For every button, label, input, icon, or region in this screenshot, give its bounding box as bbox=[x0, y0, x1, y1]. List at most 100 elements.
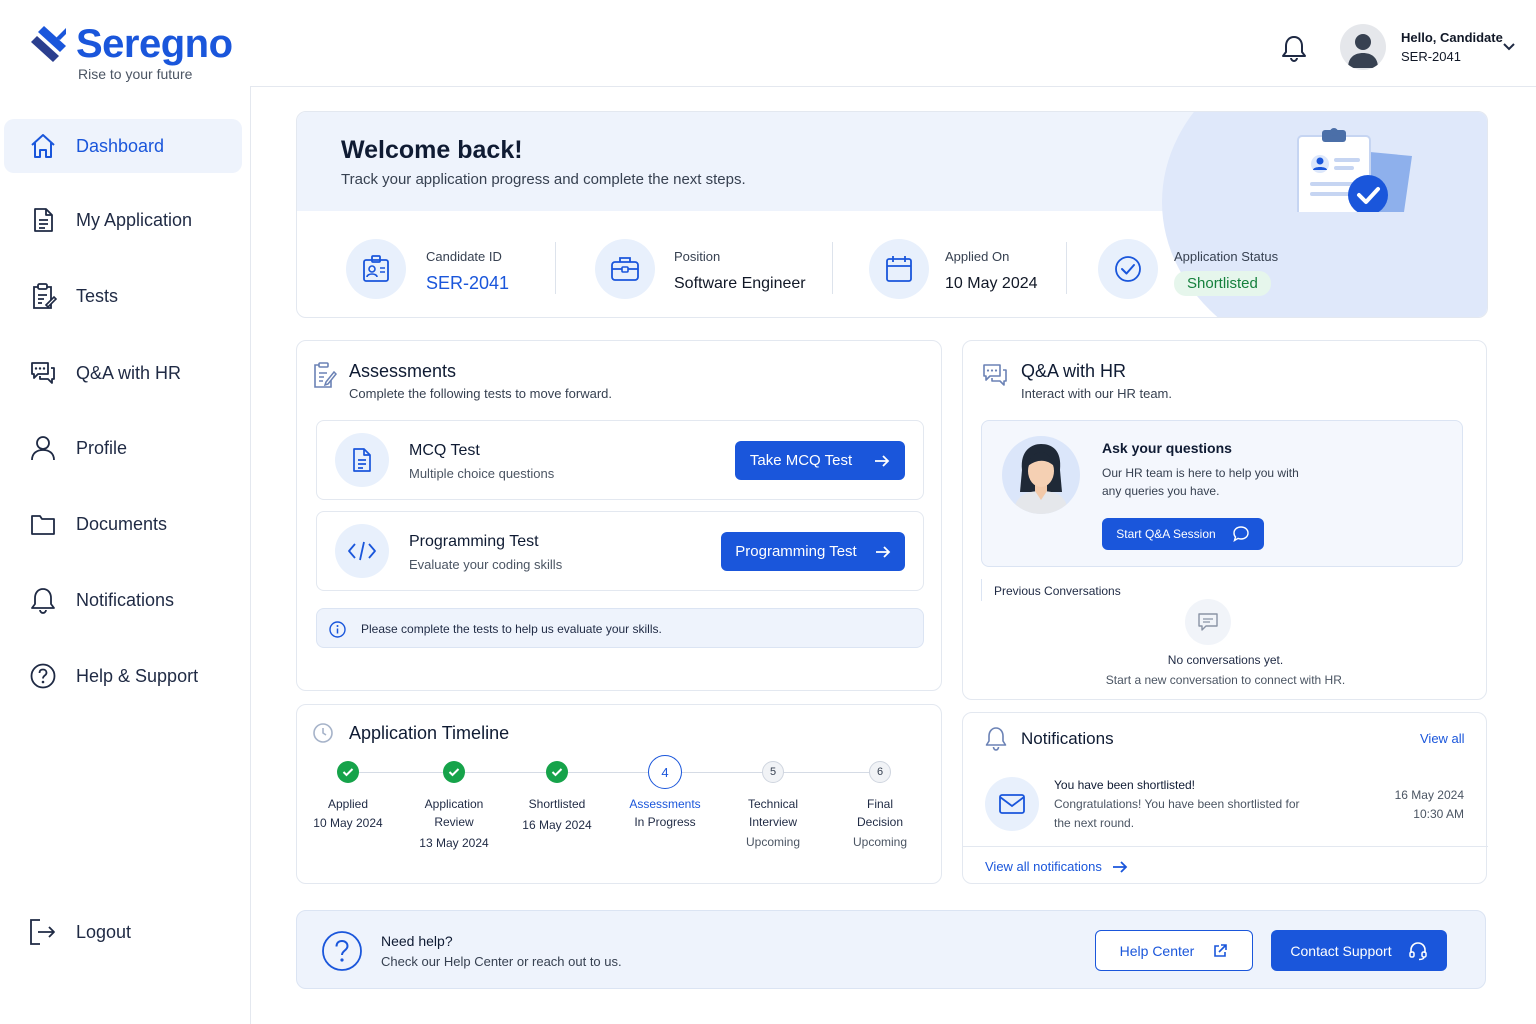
mail-icon-circle bbox=[985, 777, 1039, 831]
timeline-step-applied: Applied 10 May 2024 bbox=[293, 795, 403, 832]
sidebar-item-label: Notifications bbox=[76, 589, 175, 610]
timeline-step-label: Application bbox=[424, 797, 484, 811]
bell-icon[interactable] bbox=[1281, 34, 1307, 62]
view-all-notifications-label: View all notifications bbox=[985, 859, 1102, 874]
sidebar-item-label: My Application bbox=[76, 209, 193, 230]
stat-divider bbox=[1066, 242, 1067, 294]
applied-on-value: 10 May 2024 bbox=[945, 275, 1038, 292]
sidebar-item-tests[interactable]: Tests bbox=[4, 269, 242, 323]
sidebar-item-my-application[interactable]: My Application bbox=[4, 193, 242, 247]
mcq-test-row: MCQ Test Multiple choice questions Take … bbox=[316, 420, 924, 500]
programming-test-desc: Evaluate your coding skills bbox=[409, 557, 563, 572]
info-icon bbox=[329, 621, 346, 638]
position-icon-circle bbox=[595, 239, 655, 299]
chat-icon bbox=[983, 364, 1007, 386]
mail-icon bbox=[999, 794, 1025, 814]
document-icon bbox=[28, 205, 58, 235]
external-link-icon bbox=[1214, 943, 1228, 957]
status-icon-circle bbox=[1098, 239, 1158, 299]
message-icon bbox=[1198, 613, 1218, 631]
help-center-button[interactable]: Help Center bbox=[1095, 930, 1253, 971]
home-icon bbox=[28, 131, 58, 161]
candidate-id-value: SER-2041 bbox=[426, 273, 510, 293]
timeline-step-shortlisted: Shortlisted 16 May 2024 bbox=[502, 795, 612, 834]
arrow-right-icon bbox=[1112, 860, 1128, 873]
timeline-step-number: 5 bbox=[769, 766, 777, 778]
timeline-step-label: Final bbox=[866, 797, 893, 811]
sidebar-divider bbox=[250, 86, 251, 1024]
logout-button[interactable]: Logout bbox=[4, 905, 242, 959]
qa-subtitle: Interact with our HR team. bbox=[1021, 386, 1172, 401]
timeline-step-upcoming-marker: 6 bbox=[869, 761, 891, 783]
clock-icon bbox=[313, 723, 333, 743]
take-mcq-test-label: Take MCQ Test bbox=[749, 452, 853, 469]
timeline-step-done-icon bbox=[337, 761, 359, 783]
arrow-right-icon bbox=[875, 545, 890, 558]
help-title: Need help? bbox=[381, 933, 453, 949]
sidebar-item-label: Help & Support bbox=[76, 665, 199, 686]
sidebar-item-qa-hr[interactable]: Q&A with HR bbox=[4, 346, 242, 400]
brand-tagline: Rise to your future bbox=[78, 66, 193, 82]
help-center-label: Help Center bbox=[1119, 942, 1195, 959]
view-all-notifications-link[interactable]: View all notifications bbox=[985, 859, 1128, 874]
ask-questions-desc-2: any queries you have. bbox=[1102, 484, 1220, 498]
stat-divider bbox=[832, 242, 833, 294]
sidebar-item-label: Documents bbox=[76, 513, 168, 534]
clipboard-check-illustration-icon bbox=[1297, 128, 1412, 212]
view-all-link[interactable]: View all bbox=[1420, 731, 1465, 746]
sidebar-item-notifications[interactable]: Notifications bbox=[4, 573, 242, 627]
candidate-id-label: Candidate ID bbox=[426, 249, 502, 264]
avatar[interactable] bbox=[1340, 24, 1386, 70]
help-banner: Need help? Check our Help Center or reac… bbox=[296, 910, 1486, 989]
notification-title: You have been shortlisted! bbox=[1054, 778, 1195, 792]
empty-conversations-icon-circle bbox=[1185, 599, 1231, 645]
welcome-card: Welcome back! Track your application pro… bbox=[296, 111, 1488, 318]
programming-test-button[interactable]: Programming Test bbox=[721, 532, 905, 571]
timeline-step-label: Technical bbox=[747, 797, 799, 811]
bell-icon bbox=[28, 585, 58, 615]
timeline-step-label: Assessments bbox=[629, 797, 701, 811]
sidebar-item-label: Q&A with HR bbox=[76, 362, 182, 383]
logout-label: Logout bbox=[76, 921, 132, 942]
programming-test-label: Programming Test bbox=[735, 543, 857, 560]
chevron-down-icon[interactable] bbox=[1502, 42, 1516, 52]
notifications-card: Notifications View all You have been sho… bbox=[962, 712, 1488, 884]
notification-date: 16 May 2024 bbox=[1394, 788, 1464, 802]
timeline-step-application-review: Application Review 13 May 2024 bbox=[399, 795, 509, 852]
start-qa-session-button[interactable]: Start Q&A Session bbox=[1102, 518, 1264, 550]
empty-conversations-desc: Start a new conversation to connect with… bbox=[1105, 673, 1346, 687]
code-icon bbox=[348, 541, 376, 561]
notification-time: 10:30 AM bbox=[1413, 807, 1464, 821]
stat-divider bbox=[555, 242, 556, 294]
user-id: SER-2041 bbox=[1401, 49, 1461, 64]
sidebar-item-documents[interactable]: Documents bbox=[4, 497, 242, 551]
chat-bubble-icon bbox=[1232, 526, 1249, 543]
qa-title: Q&A with HR bbox=[1021, 361, 1127, 381]
empty-conversations-title: No conversations yet. bbox=[1167, 653, 1284, 667]
sidebar-item-dashboard[interactable]: Dashboard bbox=[4, 119, 242, 173]
help-circle-icon bbox=[322, 931, 362, 971]
take-mcq-test-button[interactable]: Take MCQ Test bbox=[735, 441, 905, 480]
welcome-title: Welcome back! bbox=[341, 136, 523, 164]
folder-icon bbox=[28, 509, 58, 539]
notifications-title: Notifications bbox=[1021, 729, 1114, 748]
timeline-step-label-2: Review bbox=[434, 815, 474, 829]
assessments-card: Assessments Complete the following tests… bbox=[296, 340, 942, 691]
sidebar-item-profile[interactable]: Profile bbox=[4, 421, 242, 475]
headset-icon bbox=[1408, 941, 1427, 960]
timeline-step-label: Shortlisted bbox=[528, 797, 586, 811]
timeline-step-label-2: Decision bbox=[856, 815, 904, 829]
welcome-subtitle: Track your application progress and comp… bbox=[341, 171, 746, 188]
contact-support-button[interactable]: Contact Support bbox=[1271, 930, 1447, 971]
ask-questions-desc-1: Our HR team is here to help you with bbox=[1102, 466, 1299, 480]
notification-line-2: the next round. bbox=[1054, 816, 1135, 830]
sidebar-item-help-support[interactable]: Help & Support bbox=[4, 649, 242, 703]
notification-item[interactable]: You have been shortlisted! Congratulatio… bbox=[963, 769, 1488, 846]
timeline-step-label: Applied bbox=[327, 797, 369, 811]
status-badge: Shortlisted bbox=[1174, 271, 1271, 296]
assessments-info-text: Please complete the tests to help us eva… bbox=[361, 622, 662, 636]
chat-icon bbox=[28, 358, 58, 388]
timeline-step-upcoming-marker: 5 bbox=[762, 761, 784, 783]
logo-mark-icon bbox=[31, 26, 66, 62]
brand-logo[interactable]: Seregno Rise to your future bbox=[30, 22, 240, 84]
